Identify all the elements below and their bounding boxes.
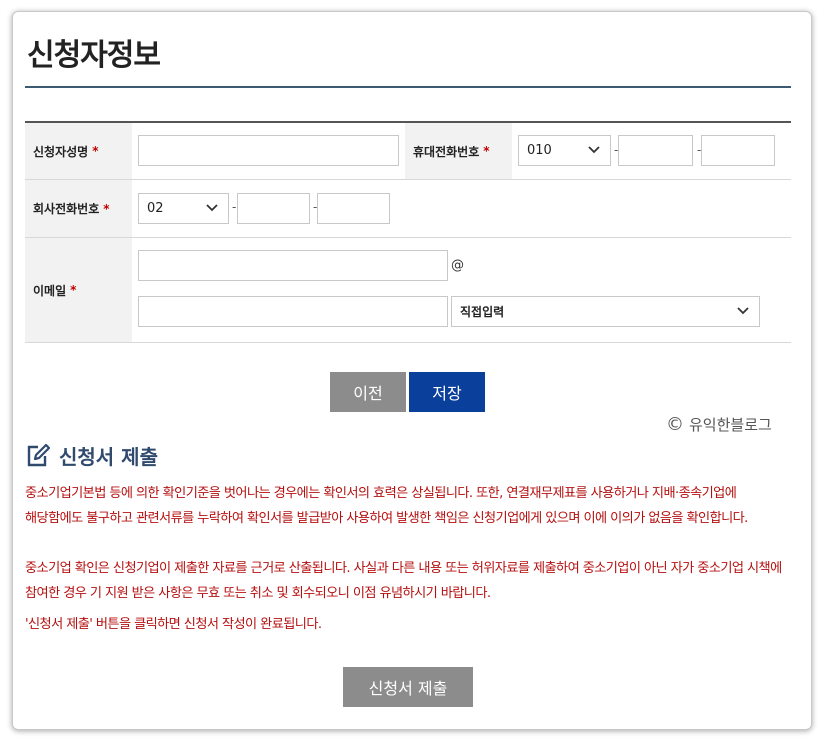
page-title: 신청자정보 [27, 38, 161, 73]
applicant-name-input[interactable] [138, 135, 399, 166]
applicant-info-table: 신청자성명 * 휴대전화번호 * 010 - - 회사전화번호 * 02 - - 이메… [25, 121, 791, 343]
watermark: © 유익한블로그 [666, 414, 772, 435]
submit-application-button[interactable]: 신청서 제출 [343, 667, 473, 707]
notice-paragraph: 중소기업기본법 등에 의한 확인기준을 벗어나는 경우에는 확인서의 효력은 상… [25, 486, 748, 526]
row-name-mobile: 신청자성명 * 휴대전화번호 * 010 - - [25, 123, 791, 180]
row-company-phone: 회사전화번호 * 02 - - [25, 180, 791, 238]
submission-section-title: 신청서 제출 [25, 441, 158, 470]
required-mark: * [103, 201, 110, 216]
email-label: 이메일 * [25, 238, 132, 342]
chevron-down-icon [588, 146, 600, 154]
copyright-icon: © [666, 414, 684, 435]
required-mark: * [92, 144, 99, 158]
dash: - [232, 200, 237, 214]
notice-paragraph: 중소기업 확인은 신청기업이 제출한 자료를 근거로 산출됩니다. 사실과 다른… [25, 561, 782, 601]
email-at-sign: @ [451, 258, 464, 273]
save-button[interactable]: 저장 [409, 372, 485, 412]
chevron-down-icon [206, 204, 218, 212]
company-phone-middle-input[interactable] [237, 193, 310, 224]
mobile-prefix-select[interactable]: 010 [518, 135, 611, 166]
email-domain-select[interactable]: 직접입력 [451, 296, 760, 327]
name-label: 신청자성명 * [25, 123, 132, 179]
company-phone-label: 회사전화번호 * [25, 180, 132, 237]
mobile-label: 휴대전화번호 * [405, 123, 512, 179]
email-domain-input[interactable] [138, 296, 448, 327]
email-id-input[interactable] [138, 250, 448, 281]
required-mark: * [70, 283, 77, 297]
title-divider [25, 86, 791, 88]
notice-paragraph: '신청서 제출' 버튼을 클릭하면 신청서 작성이 완료됩니다. [25, 617, 322, 632]
mobile-last-input[interactable] [701, 135, 775, 166]
prev-button[interactable]: 이전 [330, 372, 406, 412]
required-mark: * [483, 144, 490, 158]
row-email: 이메일 * @ 직접입력 [25, 238, 791, 343]
company-phone-last-input[interactable] [317, 193, 390, 224]
chevron-down-icon [737, 307, 749, 315]
edit-icon [27, 443, 51, 466]
mobile-middle-input[interactable] [618, 135, 693, 166]
company-phone-prefix-select[interactable]: 02 [138, 193, 229, 224]
